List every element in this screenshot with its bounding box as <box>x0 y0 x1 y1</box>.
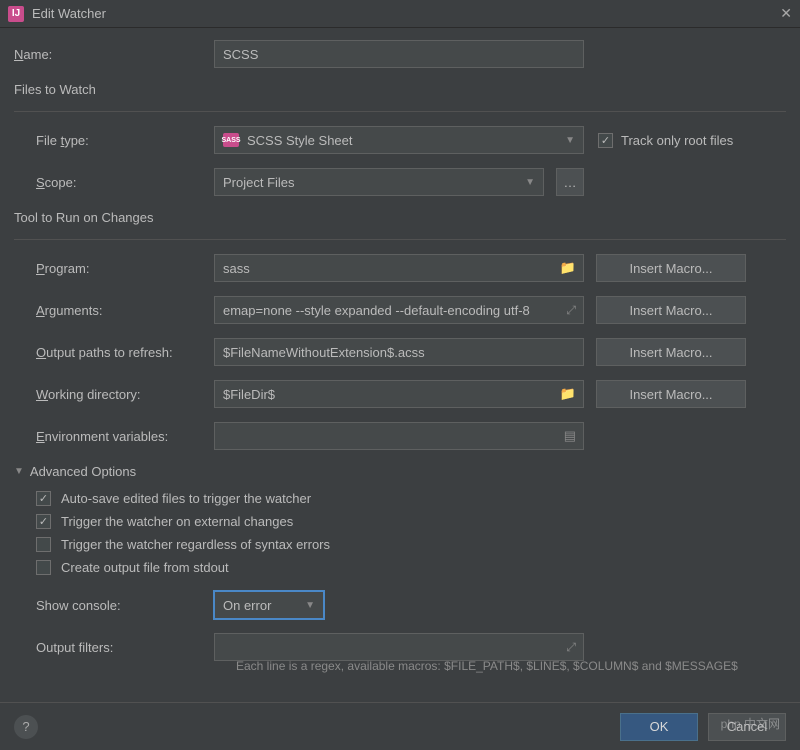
file-type-value: SCSS Style Sheet <box>247 133 353 148</box>
app-icon: IJ <box>8 6 24 22</box>
trigger-syntax-label: Trigger the watcher regardless of syntax… <box>61 537 330 552</box>
tool-to-run-header: Tool to Run on Changes <box>14 210 786 225</box>
show-console-label: Show console: <box>14 598 214 613</box>
folder-icon[interactable]: 📁 <box>560 386 576 402</box>
chevron-down-icon: ▼ <box>305 600 315 611</box>
disclosure-icon[interactable]: ▼ <box>14 466 24 477</box>
dialog-title: Edit Watcher <box>32 6 780 21</box>
output-filters-input[interactable] <box>214 633 584 661</box>
name-label: Name: <box>14 47 214 62</box>
env-vars-label: Environment variables: <box>14 429 214 444</box>
chevron-down-icon: ▼ <box>565 135 575 146</box>
advanced-options-header: Advanced Options <box>30 464 136 479</box>
output-filters-hint: Each line is a regex, available macros: … <box>14 659 786 673</box>
chevron-down-icon: ▼ <box>525 177 535 188</box>
close-icon[interactable]: ✕ <box>780 5 792 22</box>
track-root-label: Track only root files <box>621 133 733 148</box>
program-label: Program: <box>14 261 214 276</box>
files-to-watch-header: Files to Watch <box>14 82 786 97</box>
trigger-external-label: Trigger the watcher on external changes <box>61 514 293 529</box>
file-type-dropdown[interactable]: SASS SCSS Style Sheet ▼ <box>214 126 584 154</box>
create-stdout-label: Create output file from stdout <box>61 560 229 575</box>
show-console-value: On error <box>223 598 271 613</box>
working-dir-input[interactable] <box>214 380 584 408</box>
create-stdout-checkbox[interactable]: ✓ <box>36 560 51 575</box>
scope-dropdown[interactable]: Project Files ▼ <box>214 168 544 196</box>
expand-icon[interactable]: ⤢ <box>566 303 576 318</box>
list-icon[interactable]: ▤ <box>564 428 576 444</box>
insert-macro-program-button[interactable]: Insert Macro... <box>596 254 746 282</box>
sass-icon: SASS <box>223 133 239 147</box>
name-input[interactable] <box>214 40 584 68</box>
titlebar: IJ Edit Watcher ✕ <box>0 0 800 28</box>
working-dir-label: Working directory: <box>14 387 214 402</box>
auto-save-checkbox[interactable]: ✓ <box>36 491 51 506</box>
insert-macro-arguments-button[interactable]: Insert Macro... <box>596 296 746 324</box>
scope-label: Scope: <box>14 175 214 190</box>
expand-icon[interactable]: ⤢ <box>566 640 576 655</box>
scope-value: Project Files <box>223 175 295 190</box>
insert-macro-output-button[interactable]: Insert Macro... <box>596 338 746 366</box>
output-paths-label: Output paths to refresh: <box>14 345 214 360</box>
env-vars-input[interactable] <box>214 422 584 450</box>
file-type-label: File type: <box>14 133 214 148</box>
help-button[interactable]: ? <box>14 715 38 739</box>
program-input[interactable] <box>214 254 584 282</box>
cancel-button[interactable]: Cancel <box>708 713 786 741</box>
arguments-label: Arguments: <box>14 303 214 318</box>
insert-macro-workdir-button[interactable]: Insert Macro... <box>596 380 746 408</box>
arguments-input[interactable] <box>214 296 584 324</box>
auto-save-label: Auto-save edited files to trigger the wa… <box>61 491 311 506</box>
folder-icon[interactable]: 📁 <box>560 260 576 276</box>
trigger-syntax-checkbox[interactable]: ✓ <box>36 537 51 552</box>
scope-browse-button[interactable]: … <box>556 168 584 196</box>
output-filters-label: Output filters: <box>14 640 214 655</box>
trigger-external-checkbox[interactable]: ✓ <box>36 514 51 529</box>
ok-button[interactable]: OK <box>620 713 698 741</box>
show-console-select[interactable]: On error ▼ <box>214 591 324 619</box>
track-root-checkbox[interactable]: ✓ <box>598 133 613 148</box>
output-paths-input[interactable] <box>214 338 584 366</box>
